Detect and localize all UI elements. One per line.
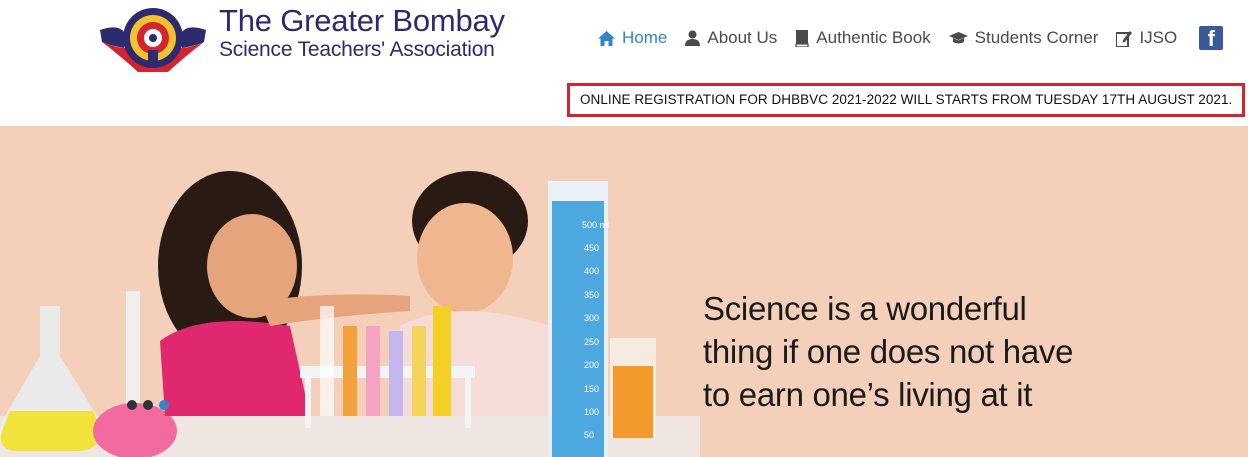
- nav-item-home[interactable]: Home: [598, 28, 667, 48]
- hero-quote: Science is a wonderful thing if one does…: [703, 287, 1183, 416]
- edit-icon: [1116, 30, 1133, 47]
- nav-label-authentic-book: Authentic Book: [816, 28, 931, 47]
- quote-line: to earn one’s living at it: [703, 376, 1033, 413]
- nav-item-ijso[interactable]: IJSO: [1116, 28, 1177, 48]
- cylinder-tick: 250: [584, 337, 599, 347]
- cylinder-tick: 100: [584, 407, 599, 417]
- nav-label-ijso: IJSO: [1139, 28, 1178, 47]
- slider-dots: [127, 400, 175, 410]
- home-icon: [598, 30, 615, 46]
- hero-image: 500 ml 450 400 350 300 250 200 150 100 5…: [0, 171, 700, 457]
- cylinder-tick: 400: [584, 266, 599, 276]
- site-header: The Greater Bombay Science Teachers' Ass…: [0, 0, 1248, 126]
- nav-item-students-corner[interactable]: Students Corner: [948, 28, 1099, 48]
- slider-dot-1[interactable]: [127, 400, 137, 410]
- nav-label-about-us: About Us: [707, 28, 778, 47]
- main-nav: Home About Us Authentic Book Students Co…: [598, 22, 1224, 54]
- cylinder-tick: 50: [584, 430, 594, 440]
- slider-dot-3[interactable]: [159, 400, 169, 410]
- brand-subtitle: Science Teachers' Association: [219, 38, 495, 61]
- brand-name[interactable]: The Greater Bombay Science Teachers' Ass…: [219, 4, 505, 62]
- graduation-cap-icon: [948, 31, 968, 43]
- announcement-ticker[interactable]: ONLINE REGISTRATION FOR DHBBVC 2021-2022…: [567, 83, 1245, 117]
- quote-line: Science is a wonderful: [703, 290, 1027, 327]
- user-icon: [685, 30, 701, 46]
- book-icon: [795, 29, 809, 47]
- slider-dot-2[interactable]: [143, 400, 153, 410]
- association-logo[interactable]: [98, 2, 208, 78]
- brand-title: The Greater Bombay: [219, 3, 505, 38]
- cylinder-tick: 450: [584, 243, 599, 253]
- quote-line: thing if one does not have: [703, 333, 1074, 370]
- announcement-text: ONLINE REGISTRATION FOR DHBBVC 2021-2022…: [580, 92, 1233, 107]
- cylinder-tick: 150: [584, 384, 599, 394]
- nav-item-authentic-book[interactable]: Authentic Book: [795, 28, 931, 48]
- cylinder-tick: 350: [584, 290, 599, 300]
- nav-label-students-corner: Students Corner: [974, 28, 1099, 47]
- hero-slider: 500 ml 450 400 350 300 250 200 150 100 5…: [0, 126, 1248, 457]
- nav-label-home: Home: [622, 28, 668, 47]
- cylinder-tick: 200: [584, 360, 599, 370]
- cylinder-tick: 500 ml: [582, 220, 609, 230]
- cylinder-tick: 300: [584, 313, 599, 323]
- nav-item-about-us[interactable]: About Us: [685, 28, 777, 48]
- facebook-icon[interactable]: f: [1199, 26, 1224, 50]
